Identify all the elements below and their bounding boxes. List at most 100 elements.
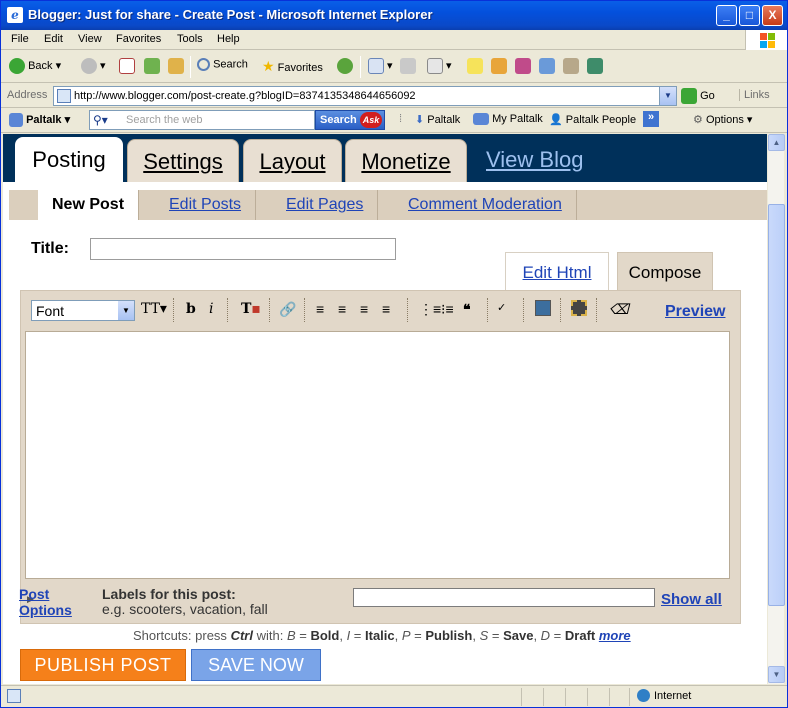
go-button[interactable]: Go [681,88,715,104]
spellcheck-icon[interactable]: ✓ [497,301,506,314]
bold-icon[interactable]: b [186,301,196,317]
paltalk-people-link[interactable]: 👤 Paltalk People [549,113,636,126]
chat-button[interactable] [539,58,555,74]
pen-icon [491,58,507,74]
home-icon [168,58,184,74]
extension-button[interactable] [587,58,603,74]
link-icon[interactable]: 🔗 [279,301,296,318]
font-size-icon[interactable]: TT▾ [141,301,167,317]
labels-label: Labels for this post: [102,586,236,602]
vertical-scrollbar[interactable]: ▲ ▼ [767,134,785,684]
text-color-icon[interactable]: T▪ [241,301,261,317]
paltalk-menu[interactable]: Paltalk ▾ [9,113,70,128]
zone-label: Internet [654,690,692,702]
chevron-down-icon: ▼ [118,301,134,320]
publish-post-button[interactable]: PUBLISH POST [20,649,186,681]
chevron-more-icon[interactable]: » [643,111,659,127]
scroll-thumb[interactable] [768,204,785,606]
paltalk-logo-icon [9,113,23,128]
eraser-icon[interactable]: ⌫ [609,301,629,318]
menu-file[interactable]: File [11,33,29,45]
subnav-edit-posts[interactable]: Edit Posts [155,190,257,220]
subnav-new-post[interactable]: New Post [38,190,140,220]
insert-video-icon[interactable] [571,300,587,316]
paltalk-search-button[interactable]: Search Ask [315,110,385,130]
stop-button[interactable] [119,58,135,74]
blockquote-icon[interactable]: ❝ [463,301,471,318]
refresh-button[interactable] [144,58,160,74]
ie-page-icon: e [7,7,23,23]
tab-settings[interactable]: Settings [127,139,239,182]
my-paltalk-link[interactable]: My Paltalk [473,113,543,126]
home-button[interactable] [168,58,184,74]
stop-icon [119,58,135,74]
history-button[interactable] [337,58,353,74]
address-dropdown-icon[interactable]: ▼ [659,87,676,105]
font-select[interactable]: Font ▼ [31,300,135,321]
research-button[interactable] [515,58,531,74]
edit-html-tab[interactable]: Edit Html [505,252,609,292]
tools-icon [563,58,579,74]
numbered-list-icon[interactable]: ⋮≡ [419,301,441,318]
scroll-down-icon[interactable]: ▼ [768,666,785,683]
ie-window: e Blogger: Just for share - Create Post … [0,0,788,708]
justify-icon[interactable]: ≡ [382,301,390,317]
posting-subnav: New Post Edit Posts Edit Pages Comment M… [3,182,767,223]
page-icon [57,89,71,103]
title-input[interactable] [90,238,396,260]
paltalk-link[interactable]: ⬇ Paltalk [415,113,460,126]
menu-favorites[interactable]: Favorites [116,33,161,45]
shortcuts-hint: Shortcuts: press Ctrl with: B = Bold, I … [133,628,631,643]
align-center-icon[interactable]: ≡ [338,301,346,317]
search-icon [197,58,210,71]
print-button[interactable] [400,58,416,74]
menu-help[interactable]: Help [217,33,240,45]
messenger-button[interactable] [491,58,507,74]
tools-button[interactable] [563,58,579,74]
go-arrow-icon [681,88,697,104]
links-button[interactable]: Links [739,89,770,101]
title-label: Title: [31,240,69,257]
address-input[interactable]: http://www.blogger.com/post-create.g?blo… [53,86,677,106]
address-label: Address [7,89,48,101]
bullet-list-icon[interactable]: ⁝≡ [441,301,454,318]
search-button[interactable]: Search [197,58,248,71]
subnav-edit-pages[interactable]: Edit Pages [272,190,379,220]
preview-link[interactable]: Preview [665,303,725,321]
align-right-icon[interactable]: ≡ [360,301,368,317]
compose-tab[interactable]: Compose [617,252,713,292]
tab-posting[interactable]: Posting [15,137,123,182]
align-left-icon[interactable]: ≡ [316,301,324,317]
forward-button[interactable]: ▾ [81,58,106,74]
post-options-link[interactable]: Post Options [19,586,79,618]
post-body-editor[interactable] [25,331,730,579]
insert-image-icon[interactable] [535,300,551,316]
menu-edit[interactable]: Edit [44,33,63,45]
italic-icon[interactable]: i [209,301,213,317]
mail-button[interactable]: ▾ [368,58,393,74]
scroll-up-icon[interactable]: ▲ [768,134,785,151]
menu-tools[interactable]: Tools [177,33,203,45]
minimize-button[interactable]: _ [716,5,737,26]
labels-input[interactable] [353,588,655,607]
tab-layout[interactable]: Layout [243,139,342,182]
show-all-link[interactable]: Show all [661,591,722,608]
close-button[interactable]: X [762,5,783,26]
page-status-icon [7,689,21,703]
maximize-button[interactable]: □ [739,5,760,26]
tab-monetize[interactable]: Monetize [345,139,467,182]
menu-view[interactable]: View [78,33,102,45]
shortcuts-more-link[interactable]: more [599,628,631,643]
discuss-button[interactable] [467,58,483,74]
view-blog-link[interactable]: View Blog [486,147,583,173]
subnav-comment-moderation[interactable]: Comment Moderation [394,190,577,220]
labels-example: e.g. scooters, vacation, fall [102,601,268,617]
forward-arrow-icon [81,58,97,74]
options-button[interactable]: ⚙ Options ▾ [693,113,752,126]
favorites-button[interactable]: ★ Favorites [262,58,323,75]
back-arrow-icon [9,58,25,74]
save-now-button[interactable]: SAVE NOW [191,649,321,681]
edit-button[interactable]: ▾ [427,58,452,74]
back-button[interactable]: Back ▾ [9,58,61,74]
paltalk-search-input[interactable]: ⚲▾ Search the web [89,110,315,130]
